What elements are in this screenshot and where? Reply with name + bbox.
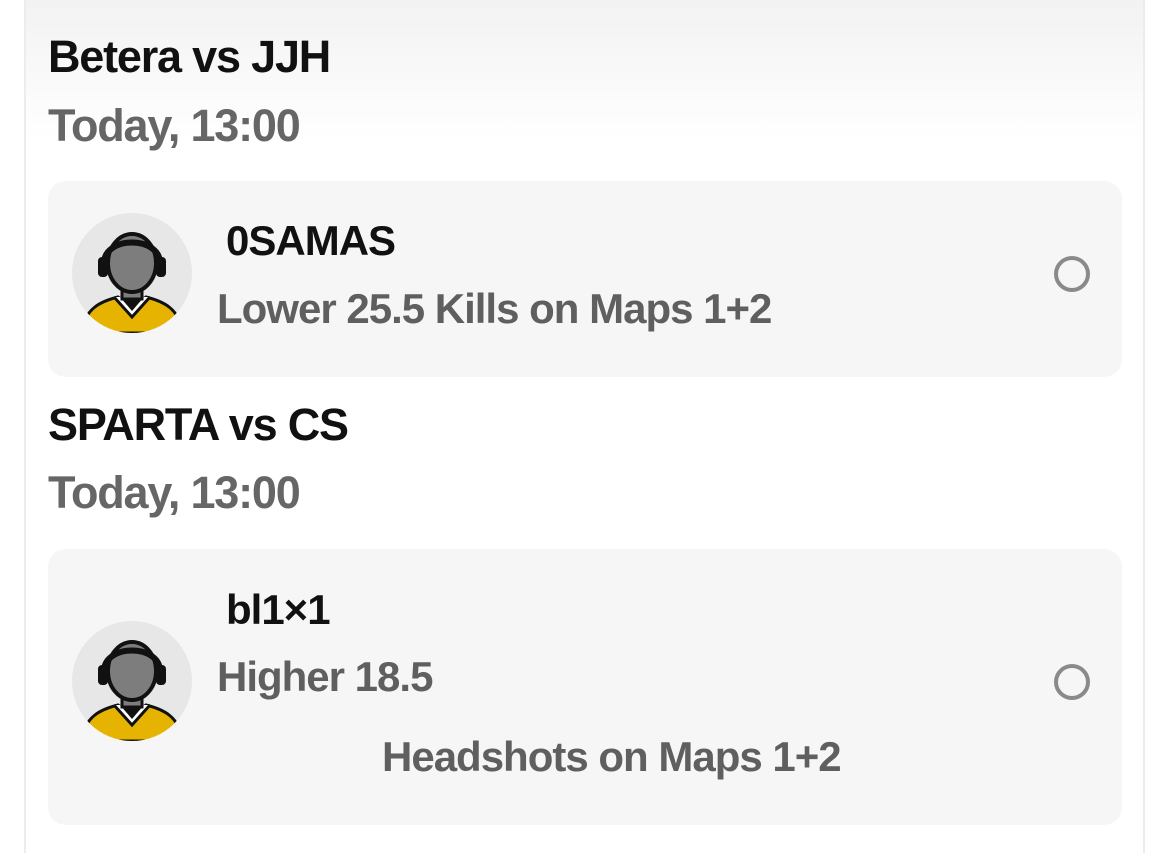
pick-description: Higher 18.5 (217, 653, 433, 700)
match-title: SPARTA vs CS (48, 399, 349, 450)
player-avatar-icon (72, 213, 192, 333)
pick-description-continued: Headshots on Maps 1+2 (382, 733, 842, 780)
radio-unselected-icon[interactable] (1054, 256, 1090, 292)
match-title: Betera vs JJH (48, 31, 331, 82)
radio-unselected-icon[interactable] (1054, 664, 1090, 700)
pick-card[interactable]: 0SAMAS Lower 25.5 Kills on Maps 1+2 (48, 181, 1122, 377)
player-avatar-icon (72, 621, 192, 741)
pick-description: Lower 25.5 Kills on Maps 1+2 (217, 285, 772, 332)
player-name: bl1×1 (226, 586, 331, 633)
match-time: Today, 13:00 (48, 100, 301, 151)
pick-card[interactable]: bl1×1 Higher 18.5 Headshots on Maps 1+2 (48, 549, 1122, 825)
player-name: 0SAMAS (226, 217, 396, 264)
match-time: Today, 13:00 (48, 467, 301, 518)
